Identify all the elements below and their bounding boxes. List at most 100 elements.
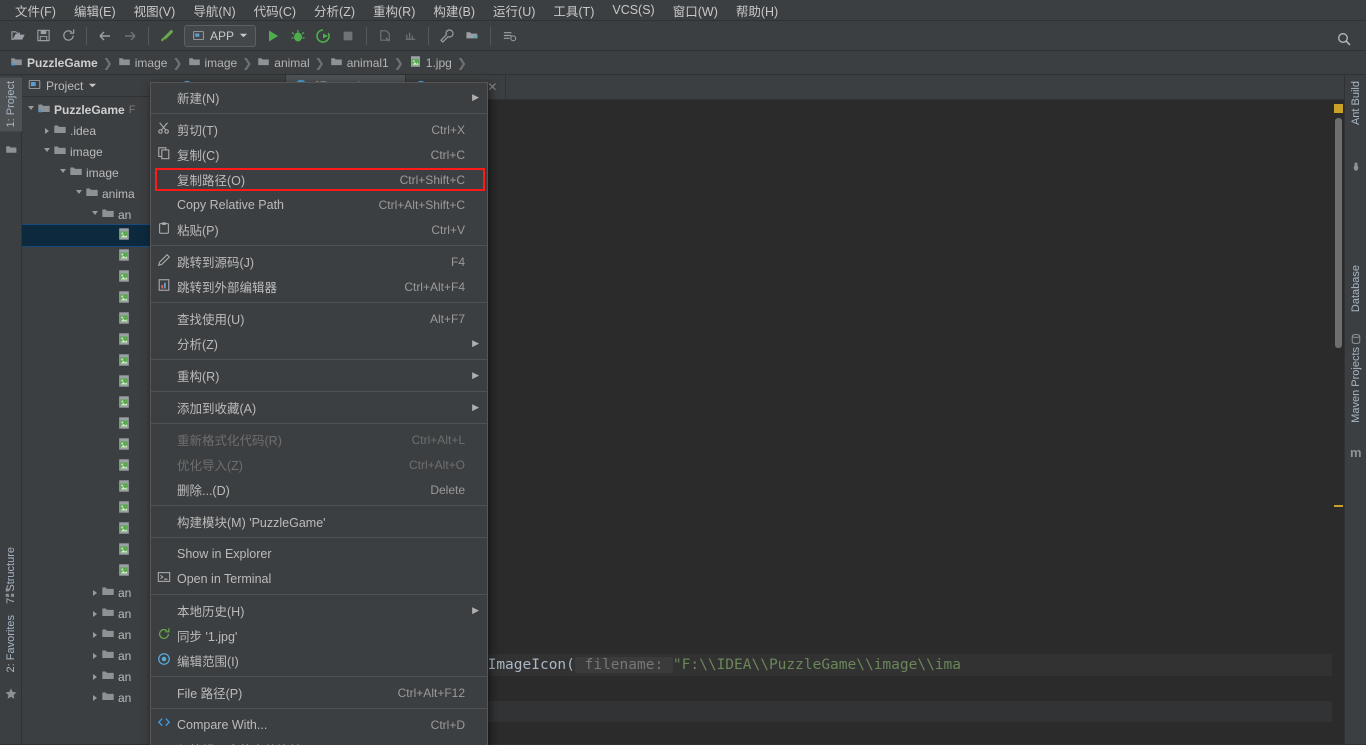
database-sync-icon[interactable] [497, 24, 521, 48]
folder-icon [101, 647, 115, 664]
breadcrumb-separator: ❯ [393, 56, 405, 70]
editor-marker-bar[interactable] [1332, 100, 1344, 744]
wrench-icon[interactable] [435, 24, 459, 48]
context-menu-item-2[interactable]: 剪切(T)Ctrl+X [151, 117, 487, 142]
sidebar-item-favorites[interactable]: 2: Favorites [0, 611, 22, 676]
context-menu-item-8[interactable]: 跳转到源码(J)F4 [151, 249, 487, 274]
context-menu-item-34[interactable]: 与编辑器中的文件比较(M) [151, 737, 487, 745]
menu-item-12[interactable]: 帮助(H) [727, 0, 787, 22]
forward-arrow-icon[interactable] [118, 24, 142, 48]
tree-node-label: an [118, 670, 131, 684]
tree-expander[interactable] [56, 169, 69, 176]
context-menu-item-11[interactable]: 查找使用(U)Alt+F7 [151, 306, 487, 331]
search-everywhere-icon[interactable] [1332, 27, 1356, 51]
context-menu-item-3[interactable]: 复制(C)Ctrl+C [151, 142, 487, 167]
context-menu-item-29[interactable]: 编辑范围(I) [151, 648, 487, 673]
tree-expander[interactable] [88, 653, 101, 659]
context-menu-item-9[interactable]: 跳转到外部编辑器Ctrl+Alt+F4 [151, 274, 487, 299]
chevron-down-icon[interactable] [88, 79, 97, 93]
close-icon[interactable]: ✕ [487, 80, 497, 94]
context-menu-item-28[interactable]: 同步 '1.jpg' [151, 623, 487, 648]
editor-vertical-scrollbar[interactable] [1335, 118, 1342, 348]
tree-expander[interactable] [88, 674, 101, 680]
maven-icon: m [1350, 445, 1362, 460]
context-menu-item-4[interactable]: 复制路径(O)Ctrl+Shift+C [151, 167, 487, 192]
context-menu-item-31[interactable]: File 路径(P)Ctrl+Alt+F12 [151, 680, 487, 705]
menu-item-shortcut: Ctrl+V [431, 223, 465, 237]
tree-expander[interactable] [72, 190, 85, 197]
breadcrumb-item-3[interactable]: animal [253, 55, 313, 71]
debug-icon[interactable] [286, 24, 310, 48]
tree-expander[interactable] [40, 128, 53, 134]
tree-expander[interactable] [24, 106, 37, 113]
tree-expander[interactable] [88, 590, 101, 596]
menu-item-8[interactable]: 运行(U) [484, 0, 544, 22]
breadcrumb-item-5[interactable]: 1.jpg [405, 55, 456, 71]
image-file-icon [117, 395, 131, 412]
sidebar-item-ant-build[interactable]: Ant Build [1345, 77, 1366, 129]
menu-item-shortcut: Ctrl+Shift+C [400, 173, 465, 187]
context-menu[interactable]: 新建(N)▶ 剪切(T)Ctrl+X复制(C)Ctrl+C复制路径(O)Ctrl+… [150, 82, 488, 745]
menu-item-5[interactable]: 分析(Z) [305, 0, 364, 22]
menu-item-9[interactable]: 工具(T) [544, 0, 603, 22]
tree-expander[interactable] [88, 211, 101, 218]
marker-warning[interactable] [1334, 505, 1343, 507]
menu-item-7[interactable]: 构建(B) [424, 0, 484, 22]
context-menu-item-0[interactable]: 新建(N)▶ [151, 85, 487, 110]
save-icon[interactable] [31, 24, 55, 48]
context-menu-item-14[interactable]: 重构(R)▶ [151, 363, 487, 388]
breadcrumb-item-2[interactable]: image [184, 55, 242, 71]
context-menu-item-20[interactable]: 删除...(D)Delete [151, 477, 487, 502]
open-folder-icon[interactable] [6, 24, 30, 48]
menu-item-2[interactable]: 视图(V) [125, 0, 185, 22]
context-menu-item-25[interactable]: Open in Terminal [151, 566, 487, 591]
tree-expander[interactable] [88, 632, 101, 638]
folder-icon [330, 55, 343, 71]
context-menu-item-24[interactable]: Show in Explorer [151, 541, 487, 566]
copy-icon [157, 146, 171, 163]
paste-icon [157, 221, 171, 238]
tree-expander[interactable] [40, 148, 53, 155]
menu-item-1[interactable]: 编辑(E) [65, 0, 125, 22]
tree-expander[interactable] [88, 611, 101, 617]
context-menu-item-12[interactable]: 分析(Z)▶ [151, 331, 487, 356]
menu-item-10[interactable]: VCS(S) [603, 1, 663, 19]
context-menu-item-19: 优化导入(Z)Ctrl+Alt+O [151, 452, 487, 477]
menu-item-6[interactable]: 重构(R) [364, 0, 424, 22]
image-file-icon [117, 500, 131, 517]
context-menu-item-33[interactable]: Compare With...Ctrl+D [151, 712, 487, 737]
module-icon [37, 101, 51, 118]
menu-item-label: 查找使用(U) [177, 309, 416, 328]
sync-icon[interactable] [56, 24, 80, 48]
back-arrow-icon[interactable] [93, 24, 117, 48]
menu-item-label: 粘贴(P) [177, 220, 417, 239]
sidebar-item-maven-projects[interactable]: Maven Projects [1345, 343, 1366, 427]
project-structure-icon[interactable] [460, 24, 484, 48]
menu-item-icon [151, 627, 177, 644]
menu-item-3[interactable]: 导航(N) [184, 0, 244, 22]
context-menu-item-22[interactable]: 构建模块(M) 'PuzzleGame' [151, 509, 487, 534]
build-hammer-icon[interactable] [155, 24, 179, 48]
context-menu-item-18: 重新格式化代码(R)Ctrl+Alt+L [151, 427, 487, 452]
breadcrumb-label: image [205, 56, 238, 70]
run-icon[interactable] [261, 24, 285, 48]
tree-expander[interactable] [88, 695, 101, 701]
context-menu-item-16[interactable]: 添加到收藏(A)▶ [151, 395, 487, 420]
profile-cpu-icon[interactable] [398, 24, 422, 48]
menu-item-4[interactable]: 代码(C) [245, 0, 305, 22]
marker-warning-top[interactable] [1334, 104, 1343, 113]
context-menu-item-27[interactable]: 本地历史(H)▶ [151, 598, 487, 623]
breadcrumb-item-4[interactable]: animal1 [326, 55, 393, 71]
profile-icon[interactable] [373, 24, 397, 48]
run-coverage-icon[interactable] [311, 24, 335, 48]
run-configuration-selector[interactable]: APP [184, 25, 256, 47]
context-menu-item-5[interactable]: Copy Relative PathCtrl+Alt+Shift+C [151, 192, 487, 217]
context-menu-item-6[interactable]: 粘贴(P) Ctrl+V [151, 217, 487, 242]
menu-item-11[interactable]: 窗口(W) [664, 0, 727, 22]
breadcrumb-item-1[interactable]: image [114, 55, 172, 71]
breadcrumb-item-0[interactable]: PuzzleGame [6, 55, 102, 71]
stop-icon[interactable] [336, 24, 360, 48]
sidebar-item-database[interactable]: Database [1345, 261, 1366, 316]
menu-item-0[interactable]: 文件(F) [6, 0, 65, 22]
sidebar-item-project[interactable]: 1: Project [0, 77, 22, 131]
